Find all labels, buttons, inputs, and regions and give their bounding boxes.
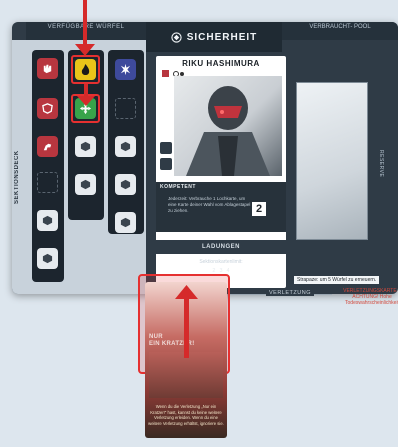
cube-icon bbox=[42, 215, 53, 226]
down-arrow-icon bbox=[75, 44, 95, 56]
red-die[interactable] bbox=[37, 58, 58, 79]
game-board: VERFÜGBARE WÜRFEL SICHERHEIT VERBRAUCHT-… bbox=[12, 22, 398, 306]
cube-icon bbox=[120, 141, 131, 152]
cube-icon bbox=[80, 179, 91, 190]
competence-text: Jederzeit: Verbrauche 1 Lochkarte, um ei… bbox=[168, 196, 251, 213]
charges-bar: LADUNGEN bbox=[156, 240, 286, 254]
character-card[interactable]: RIKU HASHIMURA KOMPETENT Jederzeit: Verb… bbox=[156, 56, 286, 288]
used-card-slot[interactable] bbox=[296, 82, 368, 240]
blue-die[interactable] bbox=[115, 59, 136, 80]
indicator-arrow-shaft bbox=[83, 0, 87, 46]
cube-icon bbox=[120, 179, 131, 190]
section-title: SICHERHEIT bbox=[186, 31, 258, 43]
empty-dice-slot[interactable] bbox=[37, 172, 58, 193]
injury-card-text: Wenn du die Verletzung „Nur ein Kratzer!… bbox=[148, 404, 224, 426]
gray-die[interactable] bbox=[37, 248, 58, 269]
cube-icon bbox=[120, 217, 131, 228]
section-header: SICHERHEIT bbox=[146, 22, 282, 52]
character-portrait bbox=[174, 76, 282, 176]
injury-label: VERLETZUNG bbox=[266, 290, 314, 296]
injury-card-image bbox=[149, 352, 223, 398]
injury-card-warning: VERLETZUNGSKARTE – ACHTUNG! Hohe Todeswa… bbox=[343, 288, 398, 306]
competence-title: KOMPETENT bbox=[160, 184, 196, 190]
section-card-limit-label: Sektionskartenlimit: bbox=[199, 259, 243, 265]
gray-die[interactable] bbox=[37, 210, 58, 231]
up-arrow-icon bbox=[175, 285, 198, 299]
cube-icon bbox=[80, 141, 91, 152]
limit-value: 4 bbox=[226, 268, 230, 274]
ability-icon bbox=[160, 158, 172, 170]
hand-icon bbox=[43, 64, 52, 74]
used-pool-header: VERBRAUCHT- POOL bbox=[282, 22, 398, 40]
section-deck-label: SEKTIONSDECK bbox=[14, 150, 20, 204]
competence-value: 2 bbox=[252, 202, 266, 216]
red-die[interactable] bbox=[37, 136, 58, 157]
character-name: RIKU HASHIMURA bbox=[182, 59, 260, 68]
competence-panel: KOMPETENT Jederzeit: Verbrauche 1 Lochka… bbox=[156, 182, 286, 232]
yellow-die[interactable] bbox=[75, 59, 96, 80]
empty-dice-slot[interactable] bbox=[115, 98, 136, 119]
gray-die[interactable] bbox=[115, 174, 136, 195]
arm-icon bbox=[43, 143, 52, 151]
red-die[interactable] bbox=[37, 98, 58, 119]
gray-die[interactable] bbox=[75, 136, 96, 157]
ability-icon bbox=[160, 142, 172, 154]
strain-rule-text: Strapaze: um 5 Würfel zu erneuern. bbox=[294, 276, 380, 284]
shield-icon bbox=[42, 103, 53, 114]
flame-icon bbox=[81, 64, 90, 75]
indicator-arrow-shaft bbox=[184, 296, 189, 358]
reserve-label: RESERVE bbox=[378, 150, 384, 178]
gray-die[interactable] bbox=[115, 212, 136, 233]
gray-die[interactable] bbox=[75, 174, 96, 195]
gray-die[interactable] bbox=[115, 136, 136, 157]
down-arrow-icon bbox=[77, 96, 95, 106]
armored-soldier-illustration bbox=[186, 86, 270, 176]
cube-icon bbox=[42, 253, 53, 264]
used-pool-panel: RESERVE Strapaze: um 5 Würfel zu erneuer… bbox=[292, 64, 398, 294]
security-icon bbox=[171, 31, 182, 43]
star-burst-icon bbox=[120, 63, 131, 76]
